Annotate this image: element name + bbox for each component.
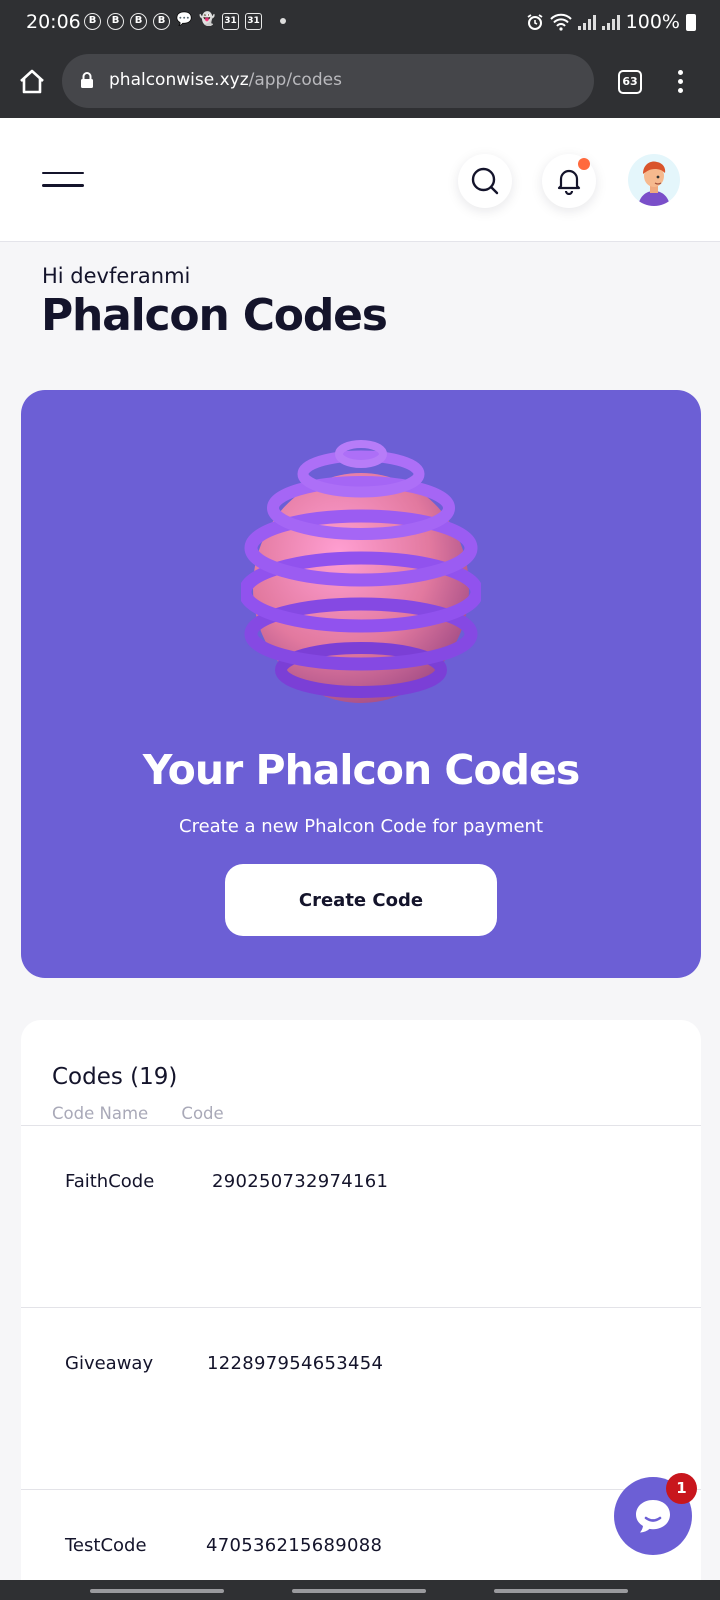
spiral-sphere-illustration (241, 440, 481, 703)
browser-menu-icon[interactable] (678, 70, 684, 94)
notif-icon: B (84, 13, 101, 30)
hero-card: Your Phalcon Codes Create a new Phalcon … (21, 390, 701, 978)
notif-icon: B (107, 13, 124, 30)
message-icon: 💬 (176, 12, 193, 27)
avatar-illustration-icon (638, 161, 670, 206)
avatar[interactable] (628, 154, 680, 206)
chat-bubble-icon (636, 1500, 670, 1533)
home-icon[interactable] (18, 68, 46, 96)
column-header-code-name: Code Name (52, 1104, 149, 1123)
code-value-cell: 290250732974161 (212, 1171, 389, 1192)
code-value-cell: 122897954653454 (207, 1353, 384, 1374)
notif-icon: B (153, 13, 170, 30)
lock-icon (81, 72, 93, 88)
notification-dot (578, 158, 590, 170)
code-name-cell: Giveaway (65, 1353, 154, 1374)
greeting: Hi devferanmi (42, 264, 191, 288)
codes-heading: Codes (19) (52, 1064, 178, 1090)
code-name-cell: TestCode (65, 1535, 147, 1556)
search-icon (471, 167, 499, 195)
wifi-icon (549, 13, 572, 31)
chat-unread-badge: 1 (666, 1473, 697, 1504)
codes-table: FaithCode 290250732974161 Giveaway 12289… (21, 1125, 701, 1600)
notifications-button[interactable] (542, 154, 596, 208)
notification-icons: B B B B 💬 👻 31 31 (84, 13, 262, 30)
codes-card: Codes (19) Code Name Code FaithCode 2902… (21, 1020, 701, 1600)
table-row[interactable]: Giveaway 122897954653454 (21, 1307, 701, 1489)
code-name-cell: FaithCode (65, 1171, 155, 1192)
browser-toolbar: phalconwise.xyz/app/codes 63 (0, 46, 720, 118)
column-header-code: Code (181, 1104, 224, 1123)
hero-title: Your Phalcon Codes (142, 746, 580, 794)
nav-handle[interactable] (90, 1589, 224, 1593)
url-text: phalconwise.xyz/app/codes (109, 70, 342, 90)
notif-icon: B (130, 13, 147, 30)
address-bar[interactable]: phalconwise.xyz/app/codes (62, 54, 594, 108)
table-header: Code Name Code (52, 1104, 252, 1123)
nav-handle[interactable] (292, 1589, 426, 1593)
table-row[interactable]: FaithCode 290250732974161 (21, 1125, 701, 1307)
tab-switcher-button[interactable]: 63 (618, 70, 642, 94)
url-path: /app/codes (248, 70, 342, 90)
signal-icon (601, 14, 620, 30)
url-domain: phalconwise.xyz (109, 70, 249, 90)
hero-subtitle: Create a new Phalcon Code for payment (179, 816, 543, 837)
menu-icon[interactable] (42, 172, 84, 190)
snapchat-icon: 👻 (199, 12, 216, 27)
status-bar: 20:06 B B B B 💬 👻 31 31 100% (0, 0, 720, 46)
app-header (0, 118, 720, 242)
page-title: Phalcon Codes (41, 290, 388, 341)
calendar-icon: 31 (222, 13, 239, 30)
signal-icon (577, 14, 596, 30)
more-notifications-dot (280, 18, 286, 24)
system-status: 100% (526, 11, 696, 33)
alarm-icon (527, 14, 543, 30)
code-value-cell: 470536215689088 (206, 1535, 383, 1556)
status-time: 20:06 (26, 11, 81, 33)
bell-icon (557, 169, 581, 195)
calendar-icon: 31 (245, 13, 262, 30)
nav-handle[interactable] (494, 1589, 628, 1593)
search-button[interactable] (458, 154, 512, 208)
system-nav-bar (0, 1580, 720, 1600)
battery-percent: 100% (625, 11, 680, 33)
create-code-button[interactable]: Create Code (225, 864, 497, 936)
battery-icon (686, 13, 696, 31)
